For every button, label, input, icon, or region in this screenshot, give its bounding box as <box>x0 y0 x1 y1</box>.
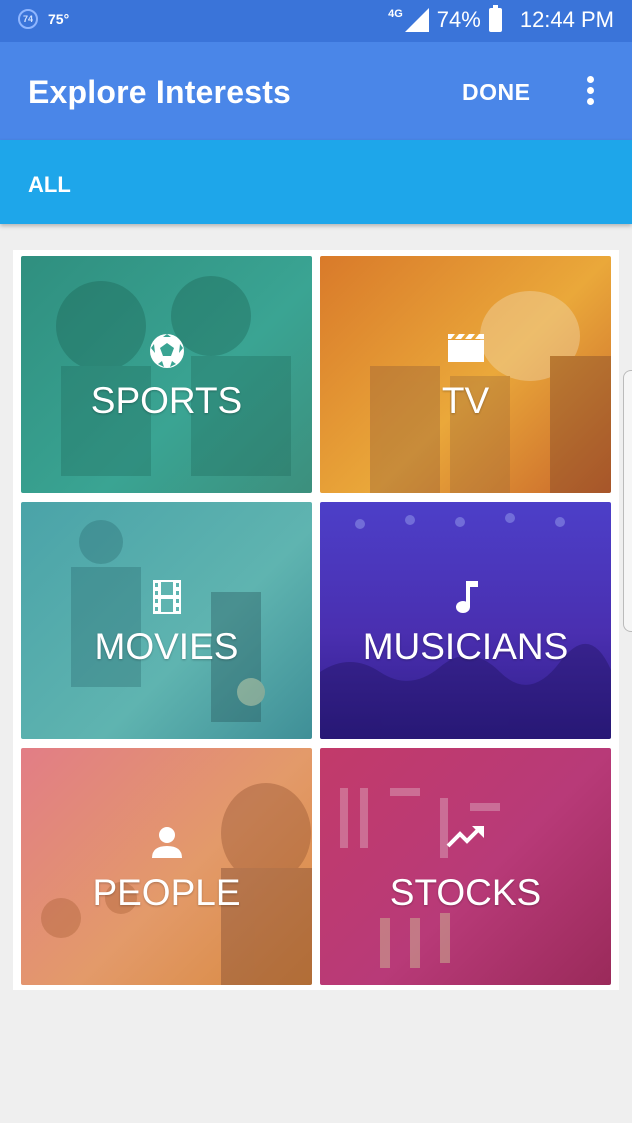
tile-musicians[interactable]: MUSICIANS <box>320 502 611 739</box>
tab-all[interactable]: ALL <box>28 172 71 198</box>
clock: 12:44 PM <box>519 7 614 32</box>
tile-label: TV <box>441 380 490 421</box>
battery-percent: 74% <box>436 7 481 32</box>
person-icon <box>151 827 182 858</box>
edge-panel-handle[interactable] <box>623 370 632 632</box>
signal-icon <box>404 8 429 32</box>
battery-icon <box>488 5 502 32</box>
tile-label: PEOPLE <box>92 872 241 913</box>
tile-label: MUSICIANS <box>362 626 569 667</box>
interests-grid: SPORTS TV MOVIES MUSICIANS PEOPLE STOCKS <box>13 250 619 990</box>
music-note-icon <box>455 581 478 613</box>
tile-movies[interactable]: MOVIES <box>21 502 312 739</box>
app-bar: Explore Interests DONE <box>0 42 632 140</box>
tile-people[interactable]: PEOPLE <box>21 748 312 985</box>
page-title: Explore Interests <box>28 74 292 110</box>
temperature-text: 75° <box>48 11 70 27</box>
tile-tv[interactable]: TV <box>320 256 611 493</box>
film-strip-icon <box>152 580 181 614</box>
trending-up-icon <box>446 826 484 848</box>
tile-label: SPORTS <box>90 380 243 421</box>
tab-bar: ALL <box>0 140 632 224</box>
soccer-ball-icon <box>149 334 184 368</box>
done-button[interactable]: DONE <box>462 79 530 106</box>
tile-label: STOCKS <box>389 872 542 913</box>
clapperboard-icon <box>447 334 484 362</box>
status-right: 4G 74% 12:44 PM <box>388 5 614 33</box>
status-left: 74 75° <box>18 9 69 29</box>
status-bar: 74 75° 4G 74% 12:44 PM <box>0 0 632 42</box>
more-vert-icon[interactable] <box>584 76 596 108</box>
tile-label: MOVIES <box>94 626 239 667</box>
tile-stocks[interactable]: STOCKS <box>320 748 611 985</box>
temperature-badge-icon: 74 <box>18 9 38 29</box>
network-type: 4G <box>388 8 403 20</box>
tile-sports[interactable]: SPORTS <box>21 256 312 493</box>
